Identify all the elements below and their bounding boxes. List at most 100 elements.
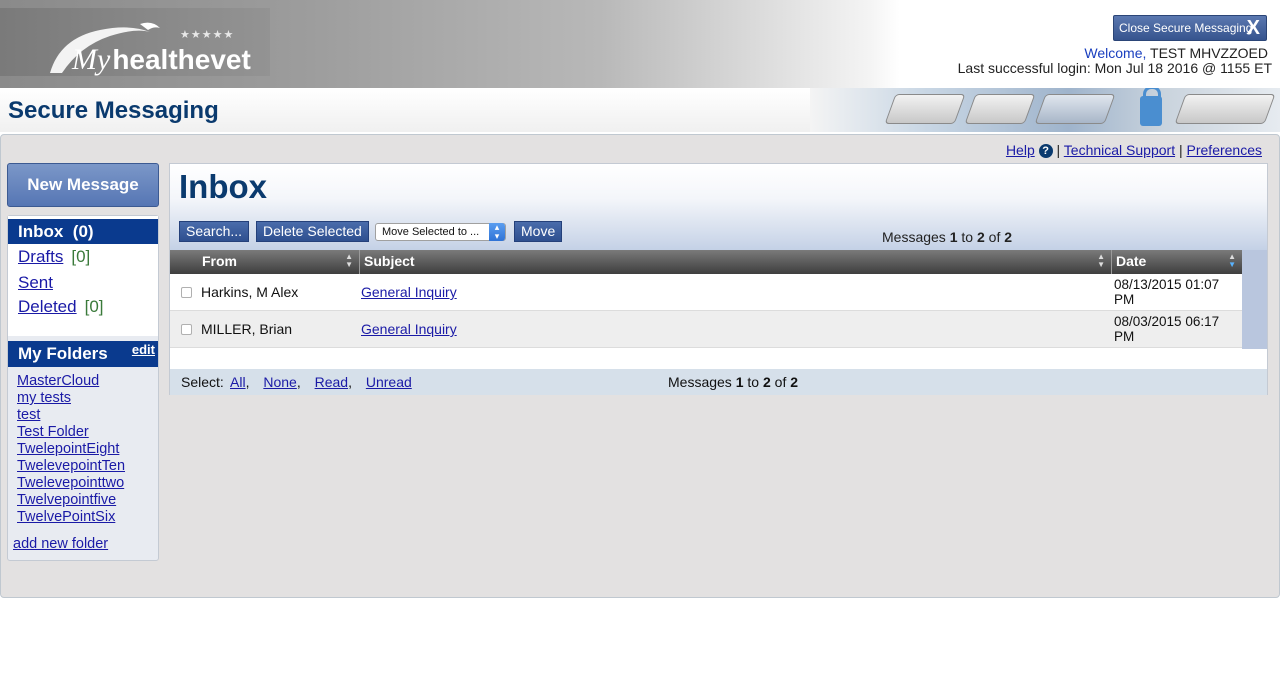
delete-selected-button[interactable]: Delete Selected xyxy=(256,221,369,242)
new-message-button[interactable]: New Message xyxy=(7,163,159,207)
move-select-value: Move Selected to ... xyxy=(382,226,480,238)
myhealthevet-logo: ★★★★★ Myhealthevet xyxy=(0,8,270,76)
count-prefix: Messages xyxy=(882,229,946,245)
secure-messaging-header: Secure Messaging xyxy=(0,88,1280,132)
message-table-header: From ▲ ▼ Subject ▲ ▼ Date ▲ ▼ xyxy=(170,250,1242,274)
count-to-word: to xyxy=(747,374,760,390)
message-date: 08/03/2015 06:17 PM xyxy=(1114,314,1220,344)
message-count-footer: Messages 1 to 2 of 2 xyxy=(668,374,798,390)
my-folders-header: My Folders edit xyxy=(8,341,158,367)
folder-link[interactable]: Twelvepointfive xyxy=(17,492,125,509)
user-name: TEST MHVZZOED xyxy=(1150,45,1268,61)
add-new-folder-link[interactable]: add new folder xyxy=(13,536,108,552)
keyboard-lock-banner-image xyxy=(810,88,1280,132)
separator: | xyxy=(1178,142,1183,158)
preferences-link[interactable]: Preferences xyxy=(1187,142,1262,158)
sort-descending-icon: ▲ ▼ xyxy=(1228,252,1236,269)
table-row[interactable]: Harkins, M Alex General Inquiry 08/13/20… xyxy=(170,274,1242,311)
main-content: Help ? | Technical Support | Preferences… xyxy=(0,134,1280,598)
column-date[interactable]: Date ▲ ▼ xyxy=(1112,250,1242,274)
select-label: Select: xyxy=(181,374,224,390)
count-of-word: of xyxy=(774,374,787,390)
top-banner: ★★★★★ Myhealthevet Close Secure Messagin… xyxy=(0,0,1280,88)
logo-stars: ★★★★★ xyxy=(180,29,235,41)
comma: , xyxy=(348,374,352,390)
count-total: 2 xyxy=(790,374,799,390)
drafts-link[interactable]: Drafts xyxy=(18,247,63,266)
count-to: 2 xyxy=(762,374,771,390)
column-subject-label: Subject xyxy=(364,253,415,269)
count-from: 1 xyxy=(949,229,958,245)
help-link[interactable]: Help xyxy=(1006,142,1035,158)
sidebar-item-deleted[interactable]: Deleted [0] xyxy=(18,297,104,317)
column-date-label: Date xyxy=(1116,253,1147,269)
system-folders: Inbox (0) Drafts [0] Sent Deleted [0] xyxy=(8,216,158,336)
help-icon[interactable]: ? xyxy=(1038,144,1053,158)
folder-link[interactable]: Test Folder xyxy=(17,424,125,441)
sent-link[interactable]: Sent xyxy=(18,273,53,292)
page-title: Secure Messaging xyxy=(8,97,219,124)
sidebar-item-drafts[interactable]: Drafts [0] xyxy=(18,247,90,267)
count-to: 2 xyxy=(976,229,985,245)
logo-my: My xyxy=(72,43,111,76)
select-read-link[interactable]: Read xyxy=(315,374,348,390)
select-none-link[interactable]: None xyxy=(263,374,296,390)
scrollbar[interactable] xyxy=(1242,250,1267,349)
folder-link[interactable]: TwelevepointTen xyxy=(17,458,125,475)
logo-healthevet: healthevet xyxy=(112,44,251,75)
count-of-word: of xyxy=(988,229,1001,245)
inbox-title: Inbox xyxy=(179,168,267,205)
folder-link[interactable]: Twelevepointtwo xyxy=(17,475,125,492)
select-all-link[interactable]: All xyxy=(230,374,246,390)
sidebar-item-sent[interactable]: Sent xyxy=(18,273,53,293)
message-date: 08/13/2015 01:07 PM xyxy=(1114,277,1220,307)
inbox-toolbar: Inbox Search... Delete Selected Move Sel… xyxy=(170,164,1267,250)
message-from: MILLER, Brian xyxy=(201,321,293,337)
message-subject-link[interactable]: General Inquiry xyxy=(361,284,457,300)
folder-link[interactable]: my tests xyxy=(17,390,125,407)
close-button-label: Close Secure Messaging xyxy=(1119,21,1253,35)
deleted-count: [0] xyxy=(84,297,104,316)
folder-link[interactable]: test xyxy=(17,407,125,424)
message-from: Harkins, M Alex xyxy=(201,284,299,300)
close-icon: X xyxy=(1246,17,1260,39)
sidebar-item-inbox[interactable]: Inbox (0) xyxy=(8,219,158,244)
row-checkbox[interactable] xyxy=(181,324,192,335)
edit-folders-link[interactable]: edit xyxy=(132,342,155,357)
move-button[interactable]: Move xyxy=(514,221,563,242)
sidebar: Inbox (0) Drafts [0] Sent Deleted [0] My F… xyxy=(7,215,159,561)
comma: , xyxy=(296,374,301,390)
folder-link[interactable]: TwelepointEight xyxy=(17,441,125,458)
column-subject[interactable]: Subject ▲ ▼ xyxy=(360,250,1112,274)
lock-icon xyxy=(1140,88,1162,126)
deleted-link[interactable]: Deleted xyxy=(18,297,77,316)
folder-link[interactable]: TwelvePointSix xyxy=(17,509,125,526)
select-links: All, None, Read, Unread xyxy=(230,374,422,390)
close-secure-messaging-button[interactable]: Close Secure Messaging X xyxy=(1113,15,1267,41)
message-subject-link[interactable]: General Inquiry xyxy=(361,321,457,337)
logo-text: Myhealthevet xyxy=(72,43,251,77)
table-row[interactable]: MILLER, Brian General Inquiry 08/03/2015… xyxy=(170,311,1242,348)
welcome-text: Welcome, TEST MHVZZOED xyxy=(1084,45,1268,61)
column-from[interactable]: From ▲ ▼ xyxy=(170,250,360,274)
inbox-label: Inbox xyxy=(18,222,64,241)
select-arrows-icon: ▴ ▾ xyxy=(489,223,505,241)
utility-links: Help ? | Technical Support | Preferences xyxy=(1006,142,1262,158)
drafts-count: [0] xyxy=(71,247,91,266)
row-checkbox[interactable] xyxy=(181,287,192,298)
inbox-footer: Select: All, None, Read, Unread Messages… xyxy=(170,369,1267,395)
technical-support-link[interactable]: Technical Support xyxy=(1064,142,1175,158)
count-to-word: to xyxy=(961,229,974,245)
select-unread-link[interactable]: Unread xyxy=(366,374,412,390)
sort-icon: ▲ ▼ xyxy=(1097,252,1105,269)
folder-list: MasterCloud my tests test Test Folder Tw… xyxy=(17,373,125,526)
separator: | xyxy=(1056,142,1061,158)
sort-icon: ▲ ▼ xyxy=(345,252,353,269)
count-from: 1 xyxy=(735,374,744,390)
search-button[interactable]: Search... xyxy=(179,221,250,242)
folder-link[interactable]: MasterCloud xyxy=(17,373,125,390)
inbox-count: (0) xyxy=(72,222,94,241)
my-folders-title: My Folders xyxy=(18,344,108,363)
count-prefix: Messages xyxy=(668,374,732,390)
move-to-folder-select[interactable]: Move Selected to ... ▴ ▾ xyxy=(375,223,506,241)
